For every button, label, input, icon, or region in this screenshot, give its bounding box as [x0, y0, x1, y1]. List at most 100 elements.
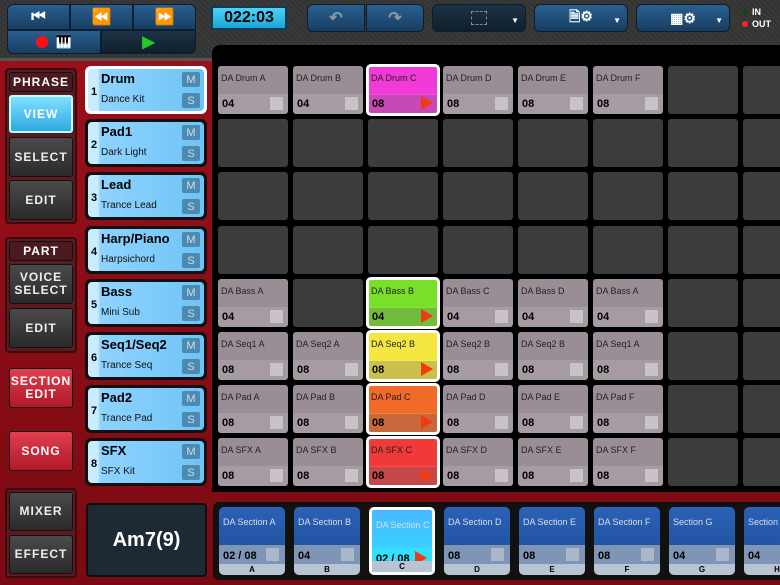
phrase-cell[interactable]: DA Seq2 B 08 [443, 332, 513, 380]
solo-button[interactable]: S [182, 465, 200, 480]
mute-button[interactable]: M [182, 444, 200, 459]
phrase-cell[interactable]: DA Bass A 04 [218, 279, 288, 327]
empty-phrase-slot[interactable] [668, 438, 738, 486]
part-edit-button[interactable]: EDIT [9, 308, 73, 348]
part-3[interactable]: 3 Lead Trance Lead M S [85, 172, 207, 220]
empty-phrase-slot[interactable] [518, 226, 588, 274]
empty-phrase-slot[interactable] [743, 332, 780, 380]
select-button[interactable]: SELECT [9, 137, 73, 177]
play-button[interactable]: ▶ [101, 30, 196, 54]
empty-phrase-slot[interactable] [743, 385, 780, 433]
part-2[interactable]: 2 Pad1 Dark Light M S [85, 119, 207, 167]
phrase-cell[interactable]: DA Pad B 08 [293, 385, 363, 433]
voice-select-button[interactable]: VOICE SELECT [9, 264, 73, 304]
empty-phrase-slot[interactable] [518, 172, 588, 220]
empty-phrase-slot[interactable] [218, 119, 288, 167]
phrase-cell[interactable]: DA Drum D 08 [443, 66, 513, 114]
song-button[interactable]: SONG [9, 431, 73, 471]
select-menu-button[interactable]: ▼ [432, 4, 526, 32]
empty-phrase-slot[interactable] [593, 226, 663, 274]
phrase-cell[interactable]: DA Seq2 B 08 [366, 330, 440, 382]
file-settings-button[interactable]: 🗎⚙ ▼ [534, 4, 628, 32]
empty-phrase-slot[interactable] [668, 332, 738, 380]
undo-button[interactable]: ↶ [307, 4, 365, 32]
mixer-settings-button[interactable]: ▦⚙ ▼ [636, 4, 730, 32]
fast-forward-button[interactable]: ⏩ [133, 4, 196, 30]
empty-phrase-slot[interactable] [668, 172, 738, 220]
phrase-cell[interactable]: DA Bass C 04 [443, 279, 513, 327]
section-c-button[interactable]: DA Section C 02 / 08 C [369, 507, 435, 575]
mute-button[interactable]: M [182, 232, 200, 247]
empty-phrase-slot[interactable] [593, 119, 663, 167]
solo-button[interactable]: S [182, 306, 200, 321]
view-button[interactable]: VIEW [9, 95, 73, 133]
solo-button[interactable]: S [182, 93, 200, 108]
empty-phrase-slot[interactable] [368, 226, 438, 274]
section-h-button[interactable]: Section H 04 H [744, 507, 780, 575]
empty-phrase-slot[interactable] [218, 226, 288, 274]
phrase-cell[interactable]: DA Bass D 04 [518, 279, 588, 327]
empty-phrase-slot[interactable] [743, 172, 780, 220]
empty-phrase-slot[interactable] [293, 226, 363, 274]
mixer-button[interactable]: MIXER [9, 492, 73, 531]
phrase-cell[interactable]: DA Pad D 08 [443, 385, 513, 433]
empty-phrase-slot[interactable] [743, 226, 780, 274]
phrase-cell[interactable]: DA Drum B 04 [293, 66, 363, 114]
section-d-button[interactable]: DA Section D 08 D [444, 507, 510, 575]
empty-phrase-slot[interactable] [443, 119, 513, 167]
phrase-cell[interactable]: DA SFX C 08 [366, 436, 440, 488]
effect-button[interactable]: EFFECT [9, 535, 73, 574]
part-4[interactable]: 4 Harp/Piano Harpsichord M S [85, 226, 207, 274]
solo-button[interactable]: S [182, 359, 200, 374]
mute-button[interactable]: M [182, 72, 200, 87]
rewind-button[interactable]: ⏪ [70, 4, 133, 30]
empty-phrase-slot[interactable] [743, 119, 780, 167]
rewind-to-start-button[interactable]: ⏮ [7, 4, 70, 30]
empty-phrase-slot[interactable] [743, 438, 780, 486]
phrase-edit-button[interactable]: EDIT [9, 180, 73, 220]
phrase-cell[interactable]: DA Pad F 08 [593, 385, 663, 433]
solo-button[interactable]: S [182, 253, 200, 268]
part-5[interactable]: 5 Bass Mini Sub M S [85, 279, 207, 327]
phrase-cell[interactable]: DA SFX A 08 [218, 438, 288, 486]
phrase-cell[interactable]: DA Drum C 08 [366, 64, 440, 116]
empty-phrase-slot[interactable] [668, 119, 738, 167]
part-7[interactable]: 7 Pad2 Trance Pad M S [85, 385, 207, 433]
empty-phrase-slot[interactable] [668, 226, 738, 274]
phrase-cell[interactable]: DA Bass A 04 [593, 279, 663, 327]
empty-phrase-slot[interactable] [368, 172, 438, 220]
empty-phrase-slot[interactable] [743, 279, 780, 327]
empty-phrase-slot[interactable] [293, 119, 363, 167]
solo-button[interactable]: S [182, 199, 200, 214]
mute-button[interactable]: M [182, 391, 200, 406]
part-1[interactable]: 1 Drum Dance Kit M S [85, 66, 207, 114]
phrase-cell[interactable]: DA Seq2 B 08 [518, 332, 588, 380]
phrase-cell[interactable]: DA Seq1 A 08 [593, 332, 663, 380]
section-edit-button[interactable]: SECTION EDIT [9, 368, 73, 408]
phrase-cell[interactable]: DA Pad A 08 [218, 385, 288, 433]
mute-button[interactable]: M [182, 338, 200, 353]
phrase-cell[interactable]: DA SFX E 08 [518, 438, 588, 486]
section-b-button[interactable]: DA Section B 04 B [294, 507, 360, 575]
phrase-cell[interactable]: DA Seq1 A 08 [218, 332, 288, 380]
empty-phrase-slot[interactable] [518, 119, 588, 167]
phrase-cell[interactable]: DA SFX B 08 [293, 438, 363, 486]
phrase-cell[interactable]: DA Drum F 08 [593, 66, 663, 114]
phrase-cell[interactable]: DA Drum A 04 [218, 66, 288, 114]
section-f-button[interactable]: DA Section F 08 F [594, 507, 660, 575]
empty-phrase-slot[interactable] [218, 172, 288, 220]
phrase-cell[interactable]: DA Pad C 08 [366, 383, 440, 435]
section-g-button[interactable]: Section G 04 G [669, 507, 735, 575]
part-8[interactable]: 8 SFX SFX Kit M S [85, 438, 207, 486]
mute-button[interactable]: M [182, 125, 200, 140]
solo-button[interactable]: S [182, 146, 200, 161]
phrase-cell[interactable]: DA Drum E 08 [518, 66, 588, 114]
empty-phrase-slot[interactable] [743, 66, 780, 114]
mute-button[interactable]: M [182, 178, 200, 193]
empty-phrase-slot[interactable] [668, 66, 738, 114]
phrase-cell[interactable]: DA Bass B 04 [366, 277, 440, 329]
empty-phrase-slot[interactable] [293, 279, 363, 327]
phrase-cell[interactable]: DA Pad E 08 [518, 385, 588, 433]
redo-button[interactable]: ↷ [366, 4, 424, 32]
empty-phrase-slot[interactable] [368, 119, 438, 167]
